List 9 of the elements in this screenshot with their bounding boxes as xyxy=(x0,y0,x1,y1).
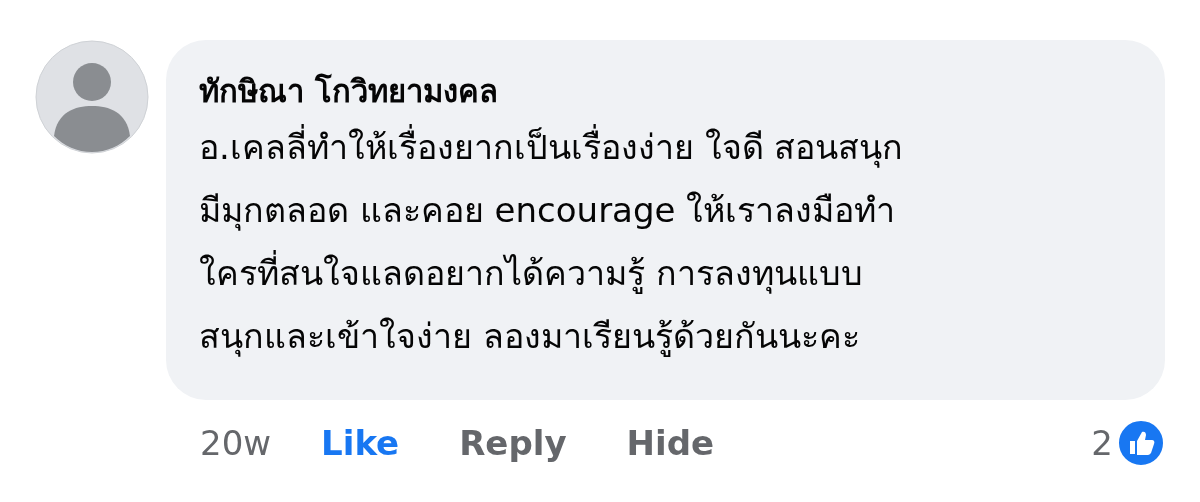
comment-time[interactable]: 20w xyxy=(200,423,272,463)
thumbs-up-icon[interactable] xyxy=(1117,419,1165,467)
reaction-count[interactable]: 2 xyxy=(1091,423,1113,463)
avatar-icon[interactable] xyxy=(35,40,149,154)
like-link[interactable]: Like xyxy=(321,423,400,463)
reply-link[interactable]: Reply xyxy=(459,423,567,463)
hide-link[interactable]: Hide xyxy=(626,423,715,463)
author-name[interactable]: ทักษิณา โกวิทยามงคล xyxy=(199,66,498,116)
comment-text: อ.เคลลี่ทำให้เรื่องยากเป็นเรื่องง่าย ใจดี สอนสนุก มีมุกตลอด และคอย encourage ให้เราลงมือทำ ใครที่สนใจแลดอยากได้ความรู้ การลงทุนแบบ สนุกและเข้าใจง่าย ลองมาเรียนรู้ด้วยกันนะคะ xyxy=(199,116,904,368)
